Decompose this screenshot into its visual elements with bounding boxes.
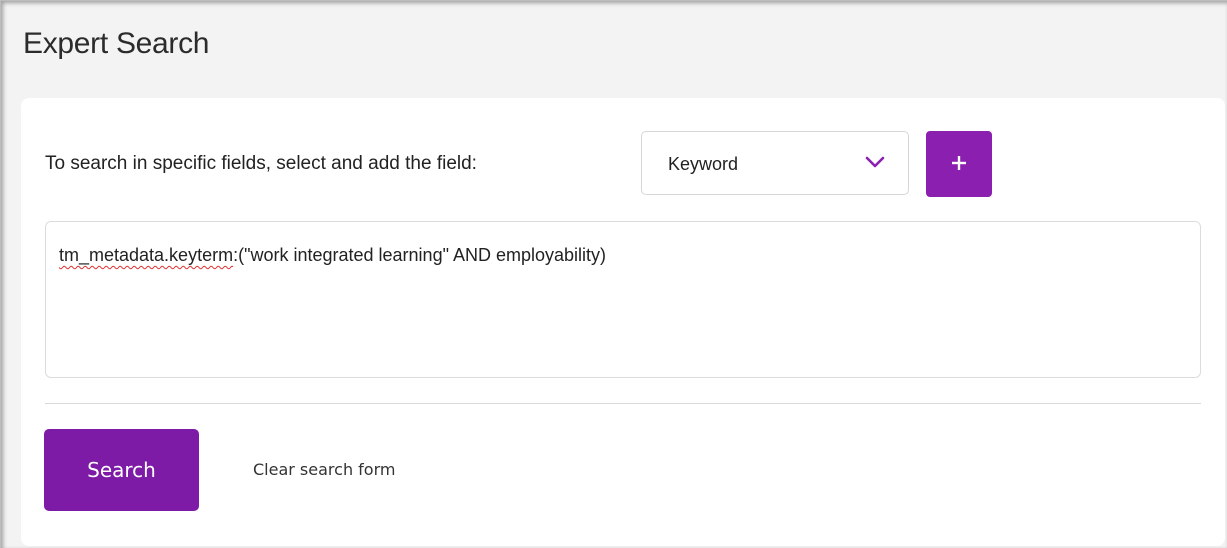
- divider: [45, 403, 1201, 404]
- query-textarea[interactable]: tm_metadata.keyterm:("work integrated le…: [45, 221, 1201, 378]
- expert-search-panel: Expert Search To search in specific fiel…: [0, 0, 1227, 548]
- field-select[interactable]: Keyword: [641, 131, 909, 195]
- chevron-down-icon: [864, 151, 886, 173]
- query-field-prefix: tm_metadata.keyterm: [59, 245, 234, 265]
- plus-icon: [950, 154, 968, 175]
- page-title: Expert Search: [23, 27, 210, 60]
- query-expression: :("work integrated learning" AND employa…: [233, 245, 607, 265]
- query-text: tm_metadata.keyterm:("work integrated le…: [59, 245, 606, 266]
- field-picker-label: To search in specific fields, select and…: [45, 153, 477, 174]
- field-select-value: Keyword: [668, 154, 739, 174]
- add-field-button[interactable]: [926, 131, 992, 197]
- search-card: To search in specific fields, select and…: [21, 98, 1225, 546]
- clear-search-form-link[interactable]: Clear search form: [253, 460, 395, 479]
- search-button[interactable]: Search: [44, 429, 199, 511]
